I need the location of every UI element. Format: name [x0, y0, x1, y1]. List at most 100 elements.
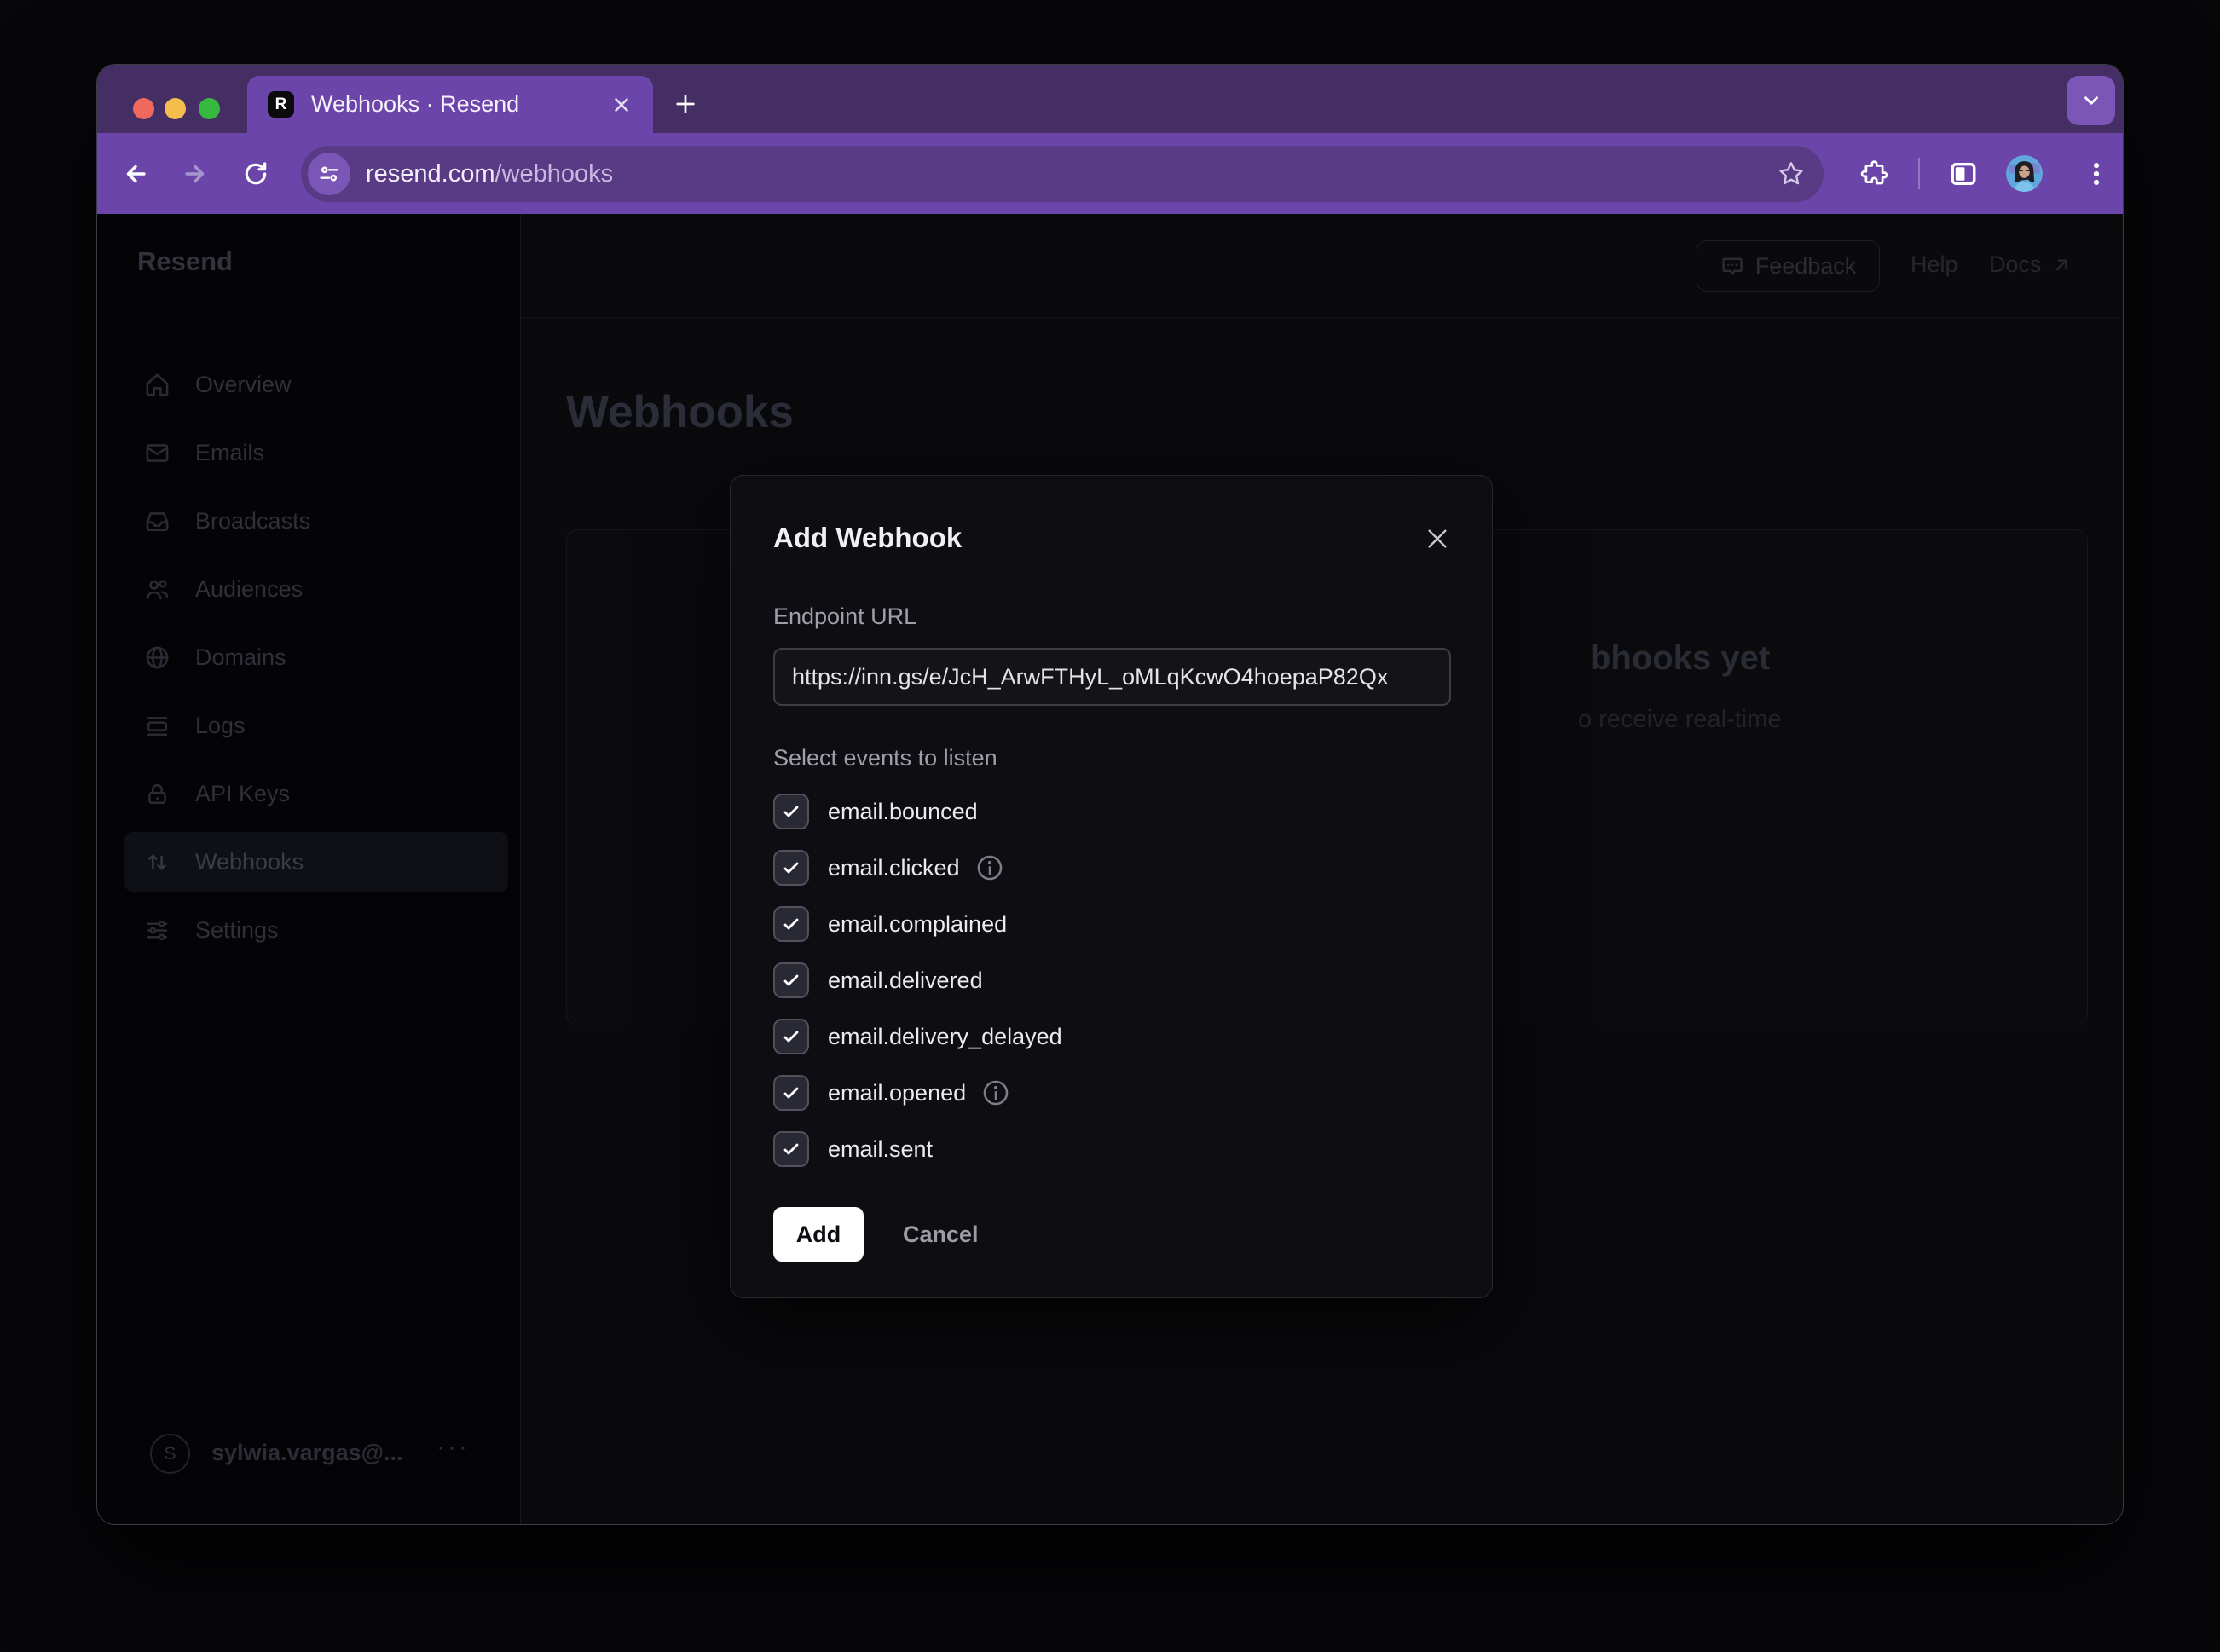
endpoint-url-input[interactable]: [773, 648, 1451, 706]
info-icon[interactable]: [975, 853, 1004, 882]
extensions-button[interactable]: [1860, 159, 1888, 188]
check-icon: [781, 914, 801, 934]
arrow-left-icon: [121, 159, 150, 188]
user-avatar[interactable]: S: [150, 1434, 190, 1474]
reload-button[interactable]: [242, 160, 269, 188]
event-row-email-delivered: email.delivered: [773, 962, 983, 998]
sidebar-item-broadcasts[interactable]: Broadcasts: [97, 487, 521, 555]
event-row-email-bounced: email.bounced: [773, 794, 978, 829]
bookmark-star-button[interactable]: [1778, 160, 1805, 188]
sidebar-item-emails[interactable]: Emails: [97, 419, 521, 487]
check-icon: [781, 858, 801, 878]
resend-logo[interactable]: Resend: [137, 246, 233, 277]
browser-profile-avatar[interactable]: [2006, 155, 2043, 192]
sidebar-item-label: Logs: [195, 713, 246, 739]
check-icon: [781, 1083, 801, 1103]
tune-icon: [317, 162, 341, 186]
sidebar-item-label: Audiences: [195, 576, 303, 603]
add-button[interactable]: Add: [773, 1207, 864, 1262]
check-icon: [781, 1026, 801, 1047]
sidebar: Resend Overview Emails Broadcasts Audien…: [97, 214, 521, 1524]
docs-link[interactable]: Docs: [1989, 251, 2073, 278]
check-icon: [781, 1139, 801, 1159]
event-row-email-sent: email.sent: [773, 1131, 933, 1167]
event-label: email.sent: [828, 1136, 933, 1163]
checkbox-email-opened[interactable]: [773, 1075, 809, 1111]
sidebar-item-label: Overview: [195, 372, 292, 398]
lock-icon: [144, 781, 171, 807]
sidebar-item-label: Webhooks: [195, 849, 304, 875]
check-icon: [781, 970, 801, 991]
puzzle-icon: [1860, 159, 1888, 188]
users-icon: [144, 576, 171, 603]
event-row-email-complained: email.complained: [773, 906, 1007, 942]
tab-close-icon[interactable]: [610, 94, 633, 116]
arrow-right-icon: [181, 159, 210, 188]
browser-menu-button[interactable]: [2082, 159, 2111, 188]
checkbox-email-sent[interactable]: [773, 1131, 809, 1167]
event-row-email-delivery-delayed: email.delivery_delayed: [773, 1019, 1062, 1054]
browser-tab[interactable]: R Webhooks · Resend: [247, 76, 653, 133]
side-panel-button[interactable]: [1949, 159, 1978, 188]
chevron-down-icon: [2080, 90, 2102, 112]
checkbox-email-bounced[interactable]: [773, 794, 809, 829]
user-menu-button[interactable]: ···: [436, 1433, 470, 1462]
cancel-button[interactable]: Cancel: [891, 1207, 991, 1262]
docs-label: Docs: [1989, 251, 2042, 278]
help-link[interactable]: Help: [1911, 251, 1958, 278]
event-label: email.delivered: [828, 968, 983, 994]
sidebar-item-label: Broadcasts: [195, 508, 310, 534]
external-link-arrow-icon: [2050, 254, 2073, 276]
url-text: resend.com/webhooks: [366, 160, 1778, 188]
checkbox-email-complained[interactable]: [773, 906, 809, 942]
event-label: email.delivery_delayed: [828, 1024, 1062, 1050]
close-window-button[interactable]: [133, 98, 154, 119]
empty-state-description-fragment: o receive real-time: [1578, 706, 1782, 734]
sidebar-item-label: Emails: [195, 440, 264, 466]
chat-bubble-icon: [1720, 254, 1744, 278]
zoom-window-button[interactable]: [199, 98, 220, 119]
checkbox-email-delivered[interactable]: [773, 962, 809, 998]
tab-search-chevron-button[interactable]: [2067, 76, 2115, 125]
desktop-background: R Webhooks · Resend: [0, 0, 2220, 1652]
browser-toolbar: resend.com/webhooks: [97, 133, 2123, 214]
event-label: email.bounced: [828, 799, 978, 825]
close-icon: [1424, 525, 1451, 552]
event-label: email.opened: [828, 1080, 966, 1106]
sidebar-item-webhooks[interactable]: Webhooks: [97, 828, 521, 896]
sidebar-item-settings[interactable]: Settings: [97, 896, 521, 964]
feedback-button[interactable]: Feedback: [1697, 240, 1880, 292]
kebab-menu-icon: [2082, 159, 2111, 188]
sidebar-item-domains[interactable]: Domains: [97, 623, 521, 691]
forward-button[interactable]: [181, 159, 210, 188]
info-icon[interactable]: [981, 1078, 1010, 1107]
event-row-email-opened: email.opened: [773, 1075, 1010, 1111]
sidebar-item-audiences[interactable]: Audiences: [97, 555, 521, 623]
logs-icon: [144, 713, 171, 739]
modal-title: Add Webhook: [773, 522, 962, 554]
sidebar-item-logs[interactable]: Logs: [97, 691, 521, 760]
site-settings-button[interactable]: [308, 153, 350, 195]
modal-close-button[interactable]: [1424, 525, 1451, 552]
side-panel-icon: [1949, 159, 1978, 188]
resend-favicon: R: [268, 91, 294, 118]
address-bar[interactable]: resend.com/webhooks: [301, 146, 1824, 202]
sidebar-item-label: Settings: [195, 917, 279, 944]
checkbox-email-clicked[interactable]: [773, 850, 809, 886]
reload-icon: [242, 160, 269, 188]
header-divider: [521, 317, 2123, 318]
tab-title: Webhooks · Resend: [311, 91, 600, 118]
inbox-icon: [144, 508, 171, 534]
checkbox-email-delivery-delayed[interactable]: [773, 1019, 809, 1054]
sidebar-item-overview[interactable]: Overview: [97, 350, 521, 419]
event-label: email.complained: [828, 911, 1007, 938]
new-tab-button[interactable]: [672, 90, 699, 118]
user-email: sylwia.vargas@...: [211, 1440, 402, 1466]
mail-icon: [144, 440, 171, 466]
page-title: Webhooks: [566, 386, 794, 438]
empty-state-heading-fragment: bhooks yet: [1590, 639, 1770, 678]
endpoint-url-label: Endpoint URL: [773, 604, 916, 630]
sidebar-item-api-keys[interactable]: API Keys: [97, 760, 521, 828]
back-button[interactable]: [121, 159, 150, 188]
minimize-window-button[interactable]: [165, 98, 186, 119]
